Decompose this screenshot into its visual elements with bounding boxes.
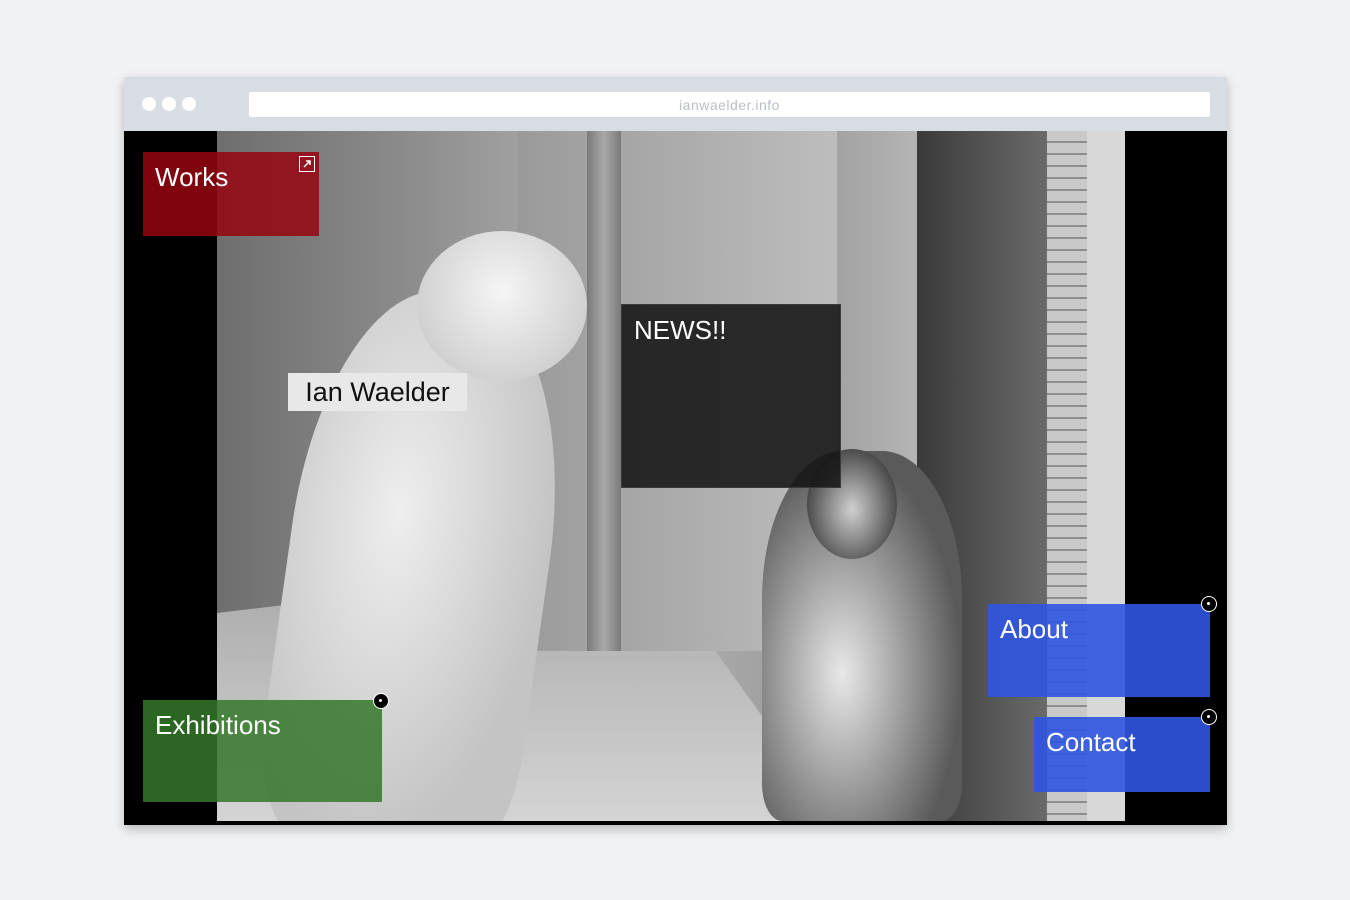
artist-name[interactable]: Ian Waelder <box>288 373 467 411</box>
window-dots-icon <box>142 97 196 111</box>
works-link[interactable]: Works <box>143 152 319 236</box>
exhibitions-label: Exhibitions <box>155 710 281 740</box>
browser-window: ianwaelder.info Works NEWS!! Ian Waelder… <box>124 77 1227 825</box>
contact-link[interactable]: Contact <box>1034 717 1210 792</box>
window-dot-maximize[interactable] <box>182 97 196 111</box>
exhibitions-link[interactable]: Exhibitions <box>143 700 382 802</box>
external-link-icon[interactable] <box>299 156 315 172</box>
about-label: About <box>1000 614 1068 644</box>
window-dot-minimize[interactable] <box>162 97 176 111</box>
contact-label: Contact <box>1046 727 1136 757</box>
video-bunny-head <box>417 231 587 381</box>
works-label: Works <box>155 162 229 192</box>
video-pole <box>587 131 621 651</box>
browser-toolbar: ianwaelder.info <box>124 77 1227 131</box>
exhibitions-target-icon[interactable] <box>373 693 389 709</box>
about-link[interactable]: About <box>988 604 1210 697</box>
contact-target-icon[interactable] <box>1201 709 1217 725</box>
news-label: NEWS!! <box>634 315 727 345</box>
address-bar[interactable]: ianwaelder.info <box>249 92 1210 117</box>
about-target-icon[interactable] <box>1201 596 1217 612</box>
page-viewport: Works NEWS!! Ian Waelder Exhibitions Abo… <box>124 131 1227 825</box>
news-panel[interactable]: NEWS!! <box>621 304 841 488</box>
window-dot-close[interactable] <box>142 97 156 111</box>
